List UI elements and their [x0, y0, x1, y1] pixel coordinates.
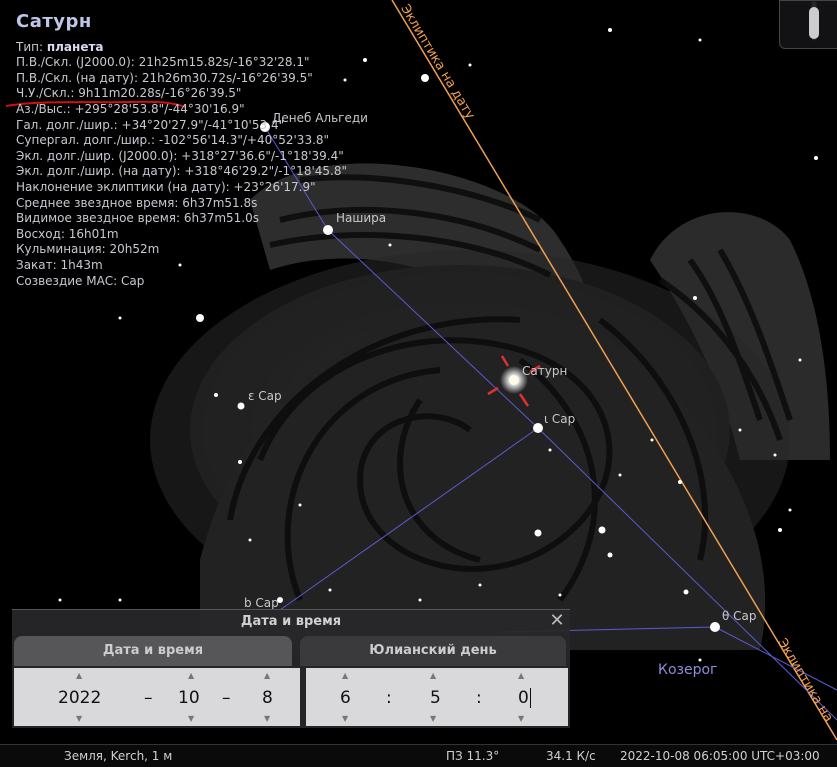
- day-up-arrow-icon[interactable]: ▲: [264, 671, 270, 680]
- year-down-arrow-icon[interactable]: ▼: [76, 714, 82, 723]
- status-bar: Земля, Kerch, 1 м ПЗ 11.3° 34.1 К/с 2022…: [0, 744, 837, 767]
- info-row: Экл. долг./шир. (на дату): +318°46'29.2"…: [16, 164, 347, 180]
- info-label: Ч.У./Скл.:: [16, 86, 79, 101]
- minute-field[interactable]: 5: [430, 688, 441, 708]
- hour-down-arrow-icon[interactable]: ▼: [342, 714, 348, 723]
- object-info-rows: Тип: планета П.В./Скл. (J2000.0): 21h25m1…: [16, 40, 347, 290]
- info-row: Закат: 1h43m: [16, 258, 347, 274]
- time-separator: :: [476, 688, 482, 708]
- close-icon[interactable]: ✕: [548, 612, 566, 630]
- time-panel: ▲ ▼ 6 : ▲ ▼ 5 : ▲ ▼ 0: [306, 668, 568, 726]
- second-field[interactable]: 0: [518, 688, 531, 708]
- info-label: Тип:: [16, 39, 47, 54]
- label-deneb-algedi: Денеб Альгеди: [272, 111, 368, 125]
- info-value: 21h26m30.72s/-16°26'39.5": [141, 70, 313, 85]
- info-label: Экл. долг./шир. (на дату):: [16, 164, 185, 179]
- label-theta-cap: θ Cap: [722, 609, 757, 623]
- info-label: Наклонение эклиптики (на дату):: [16, 179, 234, 194]
- info-row: Супергал. долг./шир.: -102°56'14.3"/+40°…: [16, 133, 347, 149]
- info-value: 6h37m51.0s: [183, 211, 259, 226]
- info-value: 6h37m51.8s: [182, 195, 258, 210]
- info-value: +318°27'36.6"/-1°18'39.4": [181, 148, 344, 163]
- object-info-panel: Сатурн Тип: планета П.В./Скл. (J2000.0): …: [16, 11, 347, 290]
- panel-handle-icon: [809, 7, 819, 39]
- tab-julian-day[interactable]: Юлианский день: [300, 636, 566, 666]
- info-row: Ч.У./Скл.: 9h11m20.28s/-16°26'39.5": [16, 86, 347, 102]
- info-row: Видимое звездное время: 6h37m51.0s: [16, 211, 347, 227]
- info-value: 16h01m: [68, 226, 119, 241]
- minute-down-arrow-icon[interactable]: ▼: [430, 714, 436, 723]
- info-value: Cap: [121, 273, 145, 288]
- info-value: 9h11m20.28s/-16°26'39.5": [78, 86, 242, 101]
- second-up-arrow-icon[interactable]: ▲: [518, 671, 524, 680]
- info-value: -102°56'14.3"/+40°52'33.8": [158, 133, 330, 148]
- month-down-arrow-icon[interactable]: ▼: [188, 714, 194, 723]
- minute-up-arrow-icon[interactable]: ▲: [430, 671, 436, 680]
- info-row: Восход: 16h01m: [16, 227, 347, 243]
- label-saturn: Сатурн: [522, 364, 568, 378]
- info-value: +23°26'17.9": [233, 179, 316, 194]
- info-value: 20h52m: [109, 242, 160, 257]
- label-constellation: Козерог: [658, 662, 718, 678]
- info-label: Гал. долг./шир.:: [16, 117, 122, 132]
- info-row: П.В./Скл. (на дату): 21h26m30.72s/-16°26…: [16, 71, 347, 87]
- info-label: Созвездие МАС:: [16, 273, 122, 288]
- tab-datetime[interactable]: Дата и время: [14, 636, 292, 666]
- info-row: Экл. долг./шир. (J2000.0): +318°27'36.6"…: [16, 149, 347, 165]
- info-label: П.В./Скл. (J2000.0):: [16, 55, 139, 70]
- label-b-cap: b Cap: [244, 596, 279, 610]
- second-down-arrow-icon[interactable]: ▼: [518, 714, 524, 723]
- info-label: П.В./Скл. (на дату):: [16, 70, 142, 85]
- label-nashira: Нашира: [336, 211, 387, 225]
- info-label: Среднее звездное время:: [16, 195, 183, 210]
- info-row: Среднее звездное время: 6h37m51.8s: [16, 196, 347, 212]
- datetime-dialog: Дата и время ✕ Дата и время Юлианский де…: [12, 609, 570, 728]
- date-separator: –: [144, 688, 153, 708]
- info-value: 21h25m15.82s/-16°32'28.1": [138, 55, 310, 70]
- info-value: планета: [46, 39, 104, 54]
- object-name: Сатурн: [16, 11, 92, 32]
- info-value: 1h43m: [60, 257, 103, 272]
- star-eps-cap: [237, 402, 245, 410]
- info-label: Экл. долг./шир. (J2000.0):: [16, 148, 182, 163]
- status-fps: 34.1 К/с: [546, 749, 596, 763]
- info-label: Супергал. долг./шир.:: [16, 133, 159, 148]
- status-fov: ПЗ 11.3°: [446, 749, 500, 763]
- hour-up-arrow-icon[interactable]: ▲: [342, 671, 348, 680]
- info-row: Тип: планета: [16, 40, 347, 56]
- date-separator: –: [222, 688, 231, 708]
- info-label: Аз./Выс.:: [16, 101, 75, 116]
- info-label: Закат:: [16, 257, 61, 272]
- status-location[interactable]: Земля, Kerch, 1 м: [64, 749, 172, 763]
- info-label: Видимое звездное время:: [16, 211, 184, 226]
- day-down-arrow-icon[interactable]: ▼: [264, 714, 270, 723]
- info-row: Наклонение эклиптики (на дату): +23°26'1…: [16, 180, 347, 196]
- year-up-arrow-icon[interactable]: ▲: [76, 671, 82, 680]
- info-value: +295°28'53.8"/-44°30'16.9": [74, 101, 245, 116]
- month-up-arrow-icon[interactable]: ▲: [188, 671, 194, 680]
- status-datetime[interactable]: 2022-10-08 06:05:00 UTC+03:00: [620, 749, 820, 763]
- info-row: Кульминация: 20h52m: [16, 242, 347, 258]
- dialog-title: Дата и время: [240, 614, 342, 629]
- month-field[interactable]: 10: [178, 688, 200, 708]
- day-field[interactable]: 8: [262, 688, 273, 708]
- info-value: +34°20'27.9"/-41°10'53.4": [121, 117, 285, 132]
- info-label: Кульминация:: [16, 242, 110, 257]
- info-label: Восход:: [16, 226, 69, 241]
- star-theta-cap: [710, 622, 720, 632]
- hour-field[interactable]: 6: [340, 688, 351, 708]
- info-row: Созвездие МАС: Cap: [16, 274, 347, 290]
- year-field[interactable]: 2022: [58, 688, 101, 708]
- date-panel: ▲ ▼ 2022 – ▲ ▼ 10 – ▲ ▼ 8: [14, 668, 300, 726]
- time-separator: :: [386, 688, 392, 708]
- label-eps-cap: ε Cap: [248, 389, 282, 403]
- label-iota-cap: ι Cap: [544, 412, 576, 426]
- info-row: П.В./Скл. (J2000.0): 21h25m15.82s/-16°32…: [16, 55, 347, 71]
- top-right-panel[interactable]: [779, 0, 837, 49]
- star-iota-cap: [533, 423, 543, 433]
- info-value: +318°46'29.2"/-1°18'45.8": [184, 164, 347, 179]
